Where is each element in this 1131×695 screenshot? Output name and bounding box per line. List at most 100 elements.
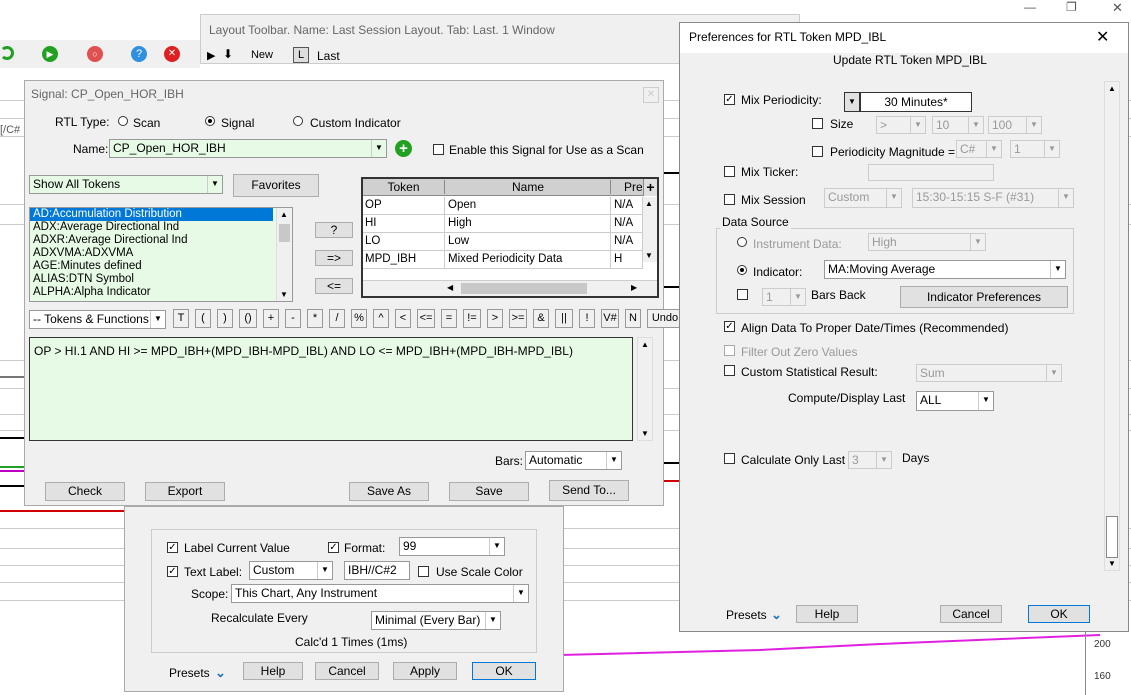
add-green-icon[interactable]: + [395, 140, 412, 157]
formula-scrollbar[interactable]: ▲ ▼ [637, 337, 653, 441]
chevron-down-icon[interactable]: ▼ [790, 289, 805, 305]
prefs-presets-label[interactable]: Presets [726, 608, 767, 622]
mix-ticker-input[interactable] [868, 164, 994, 181]
table-hscroll[interactable]: ◀ ▶ [363, 280, 657, 296]
signal-close-icon[interactable]: ✕ [643, 87, 659, 103]
prefs-cancel-button[interactable]: Cancel [940, 605, 1002, 623]
play-small-icon[interactable]: ▶ [207, 49, 215, 62]
custom-stat-checkbox[interactable] [724, 365, 735, 376]
chevron-down-icon[interactable]: ▼ [910, 117, 925, 133]
remove-token-button[interactable]: <= [315, 278, 353, 294]
token-list-item[interactable]: AD:Accumulation Distribution [30, 208, 273, 221]
chevron-down-icon[interactable]: ▼ [371, 140, 386, 157]
operator-button[interactable]: N [625, 309, 641, 328]
presets-chevron-icon[interactable]: ⌄ [215, 665, 226, 681]
chevron-down-icon[interactable]: ▼ [606, 452, 621, 469]
bars-back-select[interactable]: 1 ▼ [762, 288, 806, 306]
chevron-down-icon[interactable]: ▼ [317, 562, 332, 579]
instrument-select[interactable]: High ▼ [868, 233, 986, 251]
favorites-button[interactable]: Favorites [233, 174, 319, 197]
token-list-item[interactable]: ADXVMA:ADXVMA [30, 247, 273, 260]
label-apply-button[interactable]: Apply [393, 662, 457, 680]
prefs-scrollbar[interactable]: ▲ ▼ [1104, 81, 1120, 571]
token-list-scrollbar[interactable]: ▲ ▼ [276, 208, 292, 301]
prefs-ok-button[interactable]: OK [1028, 605, 1090, 623]
table-row[interactable]: HI High N/A [363, 215, 643, 233]
periodicity-field[interactable]: 30 Minutes* [860, 92, 972, 112]
size-b-select[interactable]: 100 ▼ [988, 116, 1042, 134]
compute-last-select[interactable]: ALL ▼ [916, 391, 994, 411]
operator-button[interactable]: || [555, 309, 573, 328]
restore-icon[interactable]: ❐ [1066, 0, 1080, 14]
layout-last-label[interactable]: Last [317, 49, 340, 63]
chevron-down-icon[interactable]: ▼ [489, 538, 504, 555]
header-name[interactable]: Name [446, 180, 611, 194]
recalc-select[interactable]: Minimal (Every Bar) ▼ [371, 611, 501, 630]
session-value-select[interactable]: 15:30-15:15 S-F (#31) ▼ [912, 188, 1074, 208]
session-type-select[interactable]: Custom ▼ [824, 188, 902, 208]
operator-button[interactable]: > [487, 309, 503, 328]
stop-icon[interactable]: ○ [87, 46, 103, 62]
indicator-select[interactable]: MA:Moving Average ▼ [824, 260, 1066, 279]
periodicity-dropdown-button[interactable]: ▼ [844, 92, 860, 112]
help-icon[interactable]: ? [131, 46, 147, 62]
chevron-down-icon[interactable]: ▼ [207, 176, 222, 193]
tokens-functions-select[interactable]: -- Tokens & Functions -- ▼ [29, 310, 166, 329]
download-icon[interactable]: ⬇ [223, 47, 233, 61]
header-pre[interactable]: Pre [612, 180, 642, 194]
show-tokens-select[interactable]: Show All Tokens ▼ [29, 175, 223, 194]
cancel-icon[interactable]: ✕ [164, 46, 180, 62]
bars-select[interactable]: Automatic ▼ [525, 451, 622, 470]
label-help-button[interactable]: Help [243, 662, 303, 680]
mag-b-select[interactable]: 1 ▼ [1010, 140, 1060, 158]
type-scan-radio[interactable] [118, 116, 128, 126]
chevron-down-icon[interactable]: ▼ [513, 585, 528, 602]
token-listbox[interactable]: AD:Accumulation Distribution ADX:Average … [29, 207, 293, 302]
refresh-icon[interactable] [0, 46, 14, 60]
operator-button[interactable]: V# [601, 309, 619, 328]
scope-select[interactable]: This Chart, Any Instrument ▼ [231, 584, 529, 603]
add-row-icon[interactable]: + [643, 179, 657, 196]
indicator-prefs-button[interactable]: Indicator Preferences [900, 286, 1068, 308]
format-checkbox[interactable]: ✓ [328, 542, 339, 553]
align-checkbox[interactable]: ✓ [724, 321, 735, 332]
token-list-item[interactable]: ADXR:Average Directional Ind [30, 234, 273, 247]
label-presets-label[interactable]: Presets [169, 666, 210, 680]
calc-days-select[interactable]: 3 ▼ [848, 451, 892, 469]
mix-periodicity-checkbox[interactable]: ✓ [724, 94, 735, 105]
operator-button[interactable]: & [533, 309, 549, 328]
export-button[interactable]: Export [145, 482, 225, 501]
operator-button[interactable]: ) [217, 309, 233, 328]
chevron-down-icon[interactable]: ▼ [485, 612, 500, 629]
table-vscroll[interactable]: ▲ ▼ [643, 197, 657, 262]
instrument-data-radio[interactable] [737, 237, 747, 247]
operator-button[interactable]: ^ [373, 309, 389, 328]
new-layout-button[interactable]: New [247, 49, 277, 63]
signal-name-combo[interactable]: CP_Open_HOR_IBH ▼ [109, 139, 387, 158]
chevron-down-icon[interactable]: ▼ [986, 141, 1001, 157]
chevron-down-icon[interactable]: ▼ [1050, 261, 1065, 278]
chevron-down-icon[interactable]: ▼ [1026, 117, 1041, 133]
token-list-item[interactable]: ALPHA:Alpha Indicator [30, 286, 273, 299]
table-row[interactable]: MPD_IBH Mixed Periodicity Data H [363, 251, 643, 269]
operator-button[interactable]: - [285, 309, 301, 328]
chevron-down-icon[interactable]: ▼ [150, 311, 165, 328]
chevron-down-icon[interactable]: ▼ [1044, 141, 1059, 157]
operator-button[interactable]: <= [417, 309, 435, 328]
operator-button[interactable]: Undo [647, 309, 683, 328]
header-token[interactable]: Token [363, 180, 445, 194]
calc-only-checkbox[interactable] [724, 453, 735, 464]
chevron-down-icon[interactable]: ▼ [970, 234, 985, 250]
bars-back-checkbox[interactable] [737, 289, 748, 300]
operator-button[interactable]: >= [509, 309, 527, 328]
text-label-input[interactable]: IBH//C#2 [344, 561, 410, 580]
text-label-checkbox[interactable]: ✓ [167, 566, 178, 577]
chevron-down-icon[interactable]: ▼ [978, 392, 993, 410]
check-button[interactable]: Check [45, 482, 125, 501]
presets-chevron-icon[interactable]: ⌄ [771, 607, 782, 623]
save-button[interactable]: Save [449, 482, 529, 501]
text-label-select[interactable]: Custom ▼ [249, 561, 333, 580]
operator-button[interactable]: T [173, 309, 189, 328]
enable-scan-checkbox[interactable] [433, 144, 444, 155]
prefs-close-icon[interactable]: ✕ [1096, 27, 1109, 47]
